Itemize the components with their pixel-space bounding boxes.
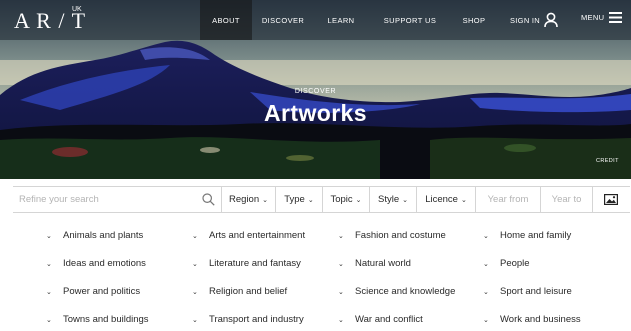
chevron-down-icon: ⌄ xyxy=(483,288,489,296)
topic-item[interactable]: ⌄ Science and knowledge xyxy=(338,286,455,297)
search-icon[interactable] xyxy=(202,193,215,206)
chevron-down-icon: ⌄ xyxy=(338,316,344,324)
topic-dropdown[interactable]: Topic ⌄ xyxy=(323,187,370,212)
filter-bar: Region ⌄ Type ⌄ Topic ⌄ Style ⌄ Licence … xyxy=(13,186,630,213)
region-dropdown[interactable]: Region ⌄ xyxy=(222,187,276,212)
image-credit-link[interactable]: CREDIT xyxy=(596,158,619,164)
chevron-down-icon: ⌄ xyxy=(46,232,52,240)
chevron-down-icon: ⌄ xyxy=(192,288,198,296)
topic-item[interactable]: ⌄ Power and politics xyxy=(46,286,140,297)
nav-item-support-us[interactable]: SUPPORT US xyxy=(368,0,452,40)
nav-item-about[interactable]: ABOUT xyxy=(200,0,252,40)
page-title: Artworks xyxy=(264,100,367,126)
main-nav: ABOUT DISCOVER LEARN SUPPORT US SHOP xyxy=(200,0,496,40)
topic-item[interactable]: ⌄ Fashion and costume xyxy=(338,230,446,241)
chevron-down-icon: ⌄ xyxy=(192,232,198,240)
chevron-down-icon: ⌄ xyxy=(483,260,489,268)
topic-label: Natural world xyxy=(355,258,411,269)
licence-label: Licence xyxy=(425,194,458,205)
hero-eyebrow: DISCOVER xyxy=(294,88,337,95)
sign-in-button[interactable]: SIGN IN xyxy=(510,12,558,28)
topic-label: Topic xyxy=(330,194,353,205)
chevron-down-icon: ⌄ xyxy=(338,232,344,240)
chevron-down-icon: ⌄ xyxy=(355,196,362,204)
topic-item[interactable]: ⌄ Ideas and emotions xyxy=(46,258,146,269)
topic-item[interactable]: ⌄ Arts and entertainment xyxy=(192,230,305,241)
topic-label: Fashion and costume xyxy=(355,230,446,241)
chevron-down-icon: ⌄ xyxy=(192,260,198,268)
topic-item[interactable]: ⌄ Work and business xyxy=(483,314,581,325)
type-dropdown[interactable]: Type ⌄ xyxy=(276,187,323,212)
user-icon xyxy=(544,12,558,28)
chevron-down-icon: ⌄ xyxy=(192,316,198,324)
topic-label: Home and family xyxy=(500,230,572,241)
year-to-input[interactable] xyxy=(541,187,593,212)
topic-label: Power and politics xyxy=(63,286,141,297)
chevron-down-icon: ⌄ xyxy=(307,196,314,204)
menu-label: MENU xyxy=(581,13,605,22)
nav-item-shop[interactable]: SHOP xyxy=(452,0,496,40)
topic-item[interactable]: ⌄ War and conflict xyxy=(338,314,423,325)
type-label: Type xyxy=(284,194,305,205)
topic-label: Sport and leisure xyxy=(500,286,572,297)
topic-label: Transport and industry xyxy=(209,314,304,325)
topic-item[interactable]: ⌄ Home and family xyxy=(483,230,571,241)
nav-item-learn[interactable]: LEARN xyxy=(314,0,368,40)
chevron-down-icon: ⌄ xyxy=(46,260,52,268)
topic-label: Towns and buildings xyxy=(63,314,149,325)
chevron-down-icon: ⌄ xyxy=(483,316,489,324)
style-label: Style xyxy=(378,194,400,205)
topic-item[interactable]: ⌄ Religion and belief xyxy=(192,286,287,297)
topic-item[interactable]: ⌄ People xyxy=(483,258,530,269)
menu-button[interactable]: MENU xyxy=(581,12,623,23)
licence-dropdown[interactable]: Licence ⌄ xyxy=(417,187,476,212)
hero-banner: A R / T UK ABOUT DISCOVER LEARN SUPPORT … xyxy=(0,0,631,179)
topic-item[interactable]: ⌄ Natural world xyxy=(338,258,411,269)
chevron-down-icon: ⌄ xyxy=(338,288,344,296)
style-dropdown[interactable]: Style ⌄ xyxy=(370,187,417,212)
topic-item[interactable]: ⌄ Towns and buildings xyxy=(46,314,149,325)
search-field xyxy=(13,187,222,212)
logo-suffix: UK xyxy=(72,6,82,13)
year-from-input[interactable] xyxy=(476,187,541,212)
topic-label: Arts and entertainment xyxy=(209,230,306,241)
image-icon xyxy=(604,194,618,205)
chevron-down-icon: ⌄ xyxy=(46,316,52,324)
topic-item[interactable]: ⌄ Literature and fantasy xyxy=(192,258,301,269)
sign-in-label: SIGN IN xyxy=(510,15,541,25)
topic-item[interactable]: ⌄ Transport and industry xyxy=(192,314,304,325)
topic-label: Religion and belief xyxy=(209,286,288,297)
chevron-down-icon: ⌄ xyxy=(483,232,489,240)
search-input[interactable] xyxy=(13,187,221,212)
topic-label: Ideas and emotions xyxy=(63,258,146,269)
chevron-down-icon: ⌄ xyxy=(46,288,52,296)
chevron-down-icon: ⌄ xyxy=(402,196,408,204)
topic-label: Animals and plants xyxy=(63,230,144,241)
topic-label: People xyxy=(500,258,530,269)
chevron-down-icon: ⌄ xyxy=(262,196,268,204)
topic-item[interactable]: ⌄ Sport and leisure xyxy=(483,286,572,297)
chevron-down-icon: ⌄ xyxy=(338,260,344,268)
topic-item[interactable]: ⌄ Animals and plants xyxy=(46,230,143,241)
site-logo[interactable]: A R / T UK xyxy=(14,6,94,34)
topic-label: Literature and fantasy xyxy=(209,258,301,269)
chevron-down-icon: ⌄ xyxy=(460,196,467,204)
topic-label: Science and knowledge xyxy=(355,286,456,297)
region-label: Region xyxy=(229,194,260,205)
hamburger-icon xyxy=(609,12,623,23)
nav-item-discover[interactable]: DISCOVER xyxy=(252,0,314,40)
topic-label: Work and business xyxy=(500,314,581,325)
topic-label: War and conflict xyxy=(355,314,423,325)
image-search-button[interactable] xyxy=(593,187,629,212)
